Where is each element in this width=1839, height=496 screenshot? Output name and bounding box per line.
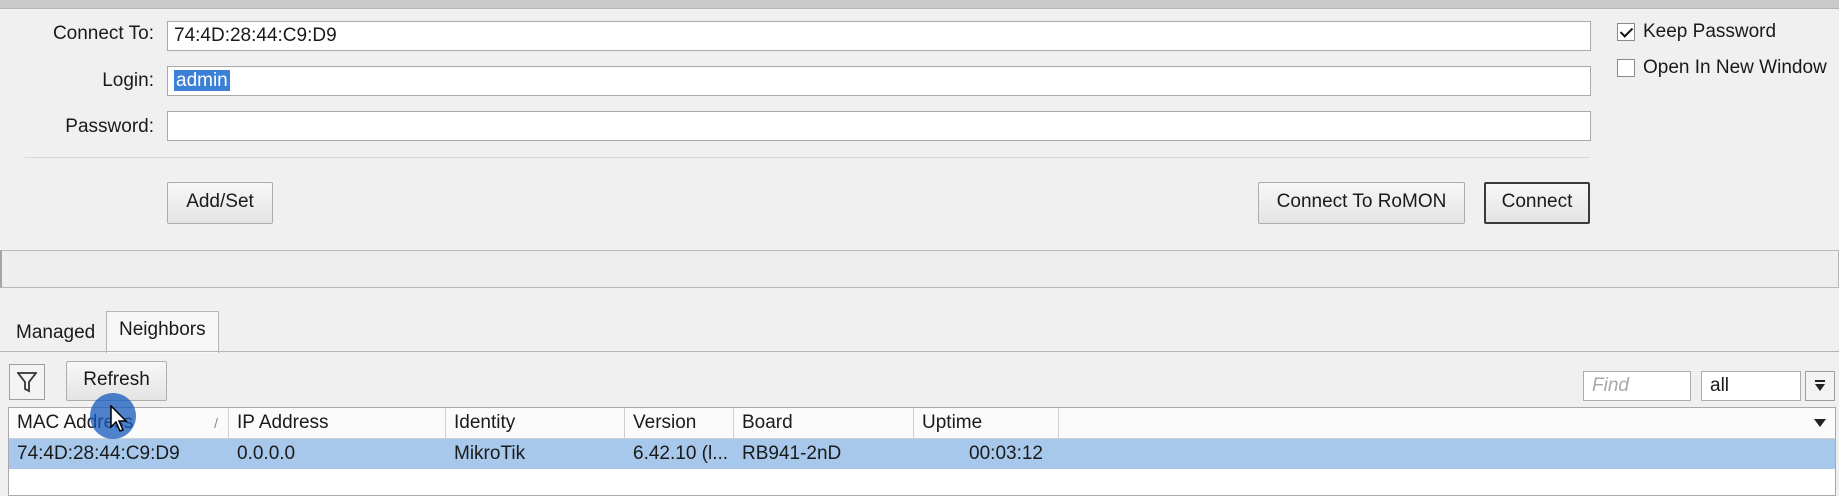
login-field[interactable]: admin bbox=[167, 66, 1591, 96]
filter-button[interactable] bbox=[9, 364, 45, 400]
column-board[interactable]: Board bbox=[734, 408, 914, 438]
dropdown-arrow-icon bbox=[1815, 380, 1825, 391]
keep-password-label: Keep Password bbox=[1643, 21, 1777, 42]
status-bar bbox=[0, 250, 1839, 288]
column-identity[interactable]: Identity bbox=[446, 408, 625, 438]
cell-mac: 74:4D:28:44:C9:D9 bbox=[17, 443, 180, 464]
chevron-down-icon bbox=[1814, 419, 1826, 427]
cell-board: RB941-2nD bbox=[742, 443, 842, 464]
connect-to-value: 74:4D:28:44:C9:D9 bbox=[174, 25, 337, 46]
connect-button[interactable]: Connect bbox=[1484, 182, 1590, 224]
filter-dropdown-button[interactable] bbox=[1805, 371, 1835, 401]
open-new-window-option[interactable]: Open In New Window bbox=[1617, 57, 1827, 79]
table-row[interactable]: 74:4D:28:44:C9:D9 0.0.0.0 MikroTik 6.42.… bbox=[9, 439, 1835, 469]
filter-select[interactable]: all bbox=[1701, 371, 1801, 401]
column-menu-button[interactable] bbox=[1805, 408, 1835, 438]
add-set-button[interactable]: Add/Set bbox=[167, 182, 273, 224]
password-label: Password: bbox=[65, 116, 154, 137]
open-new-window-checkbox[interactable] bbox=[1617, 59, 1635, 77]
keep-password-checkbox[interactable] bbox=[1617, 23, 1635, 41]
table-header: MAC Address / IP Address Identity Versio… bbox=[9, 408, 1835, 439]
login-label: Login: bbox=[102, 70, 154, 91]
tab-neighbors[interactable]: Neighbors bbox=[106, 311, 219, 353]
column-version[interactable]: Version bbox=[625, 408, 734, 438]
cell-ip: 0.0.0.0 bbox=[237, 443, 296, 464]
cell-uptime: 00:03:12 bbox=[969, 443, 1043, 464]
column-ip-address[interactable]: IP Address bbox=[229, 408, 446, 438]
window-top-border bbox=[0, 0, 1839, 9]
cell-identity: MikroTik bbox=[454, 443, 526, 464]
sort-indicator-icon: / bbox=[214, 415, 218, 431]
connect-to-label: Connect To: bbox=[52, 23, 154, 44]
mouse-pointer-icon bbox=[110, 405, 128, 432]
find-input[interactable]: Find bbox=[1583, 371, 1691, 401]
column-uptime[interactable]: Uptime bbox=[914, 408, 1059, 438]
keep-password-option[interactable]: Keep Password bbox=[1617, 21, 1776, 43]
open-new-window-label: Open In New Window bbox=[1643, 57, 1827, 78]
tab-divider bbox=[0, 351, 1839, 352]
connect-to-field[interactable]: 74:4D:28:44:C9:D9 bbox=[167, 21, 1591, 51]
connect-to-romon-button[interactable]: Connect To RoMON bbox=[1258, 182, 1465, 224]
form-separator bbox=[25, 157, 1590, 158]
neighbors-table[interactable]: MAC Address / IP Address Identity Versio… bbox=[8, 407, 1836, 496]
tab-managed[interactable]: Managed bbox=[4, 315, 107, 351]
login-value: admin bbox=[174, 70, 230, 91]
filter-icon bbox=[17, 372, 37, 393]
cell-version: 6.42.10 (l... bbox=[633, 443, 729, 464]
password-field[interactable] bbox=[167, 111, 1591, 141]
